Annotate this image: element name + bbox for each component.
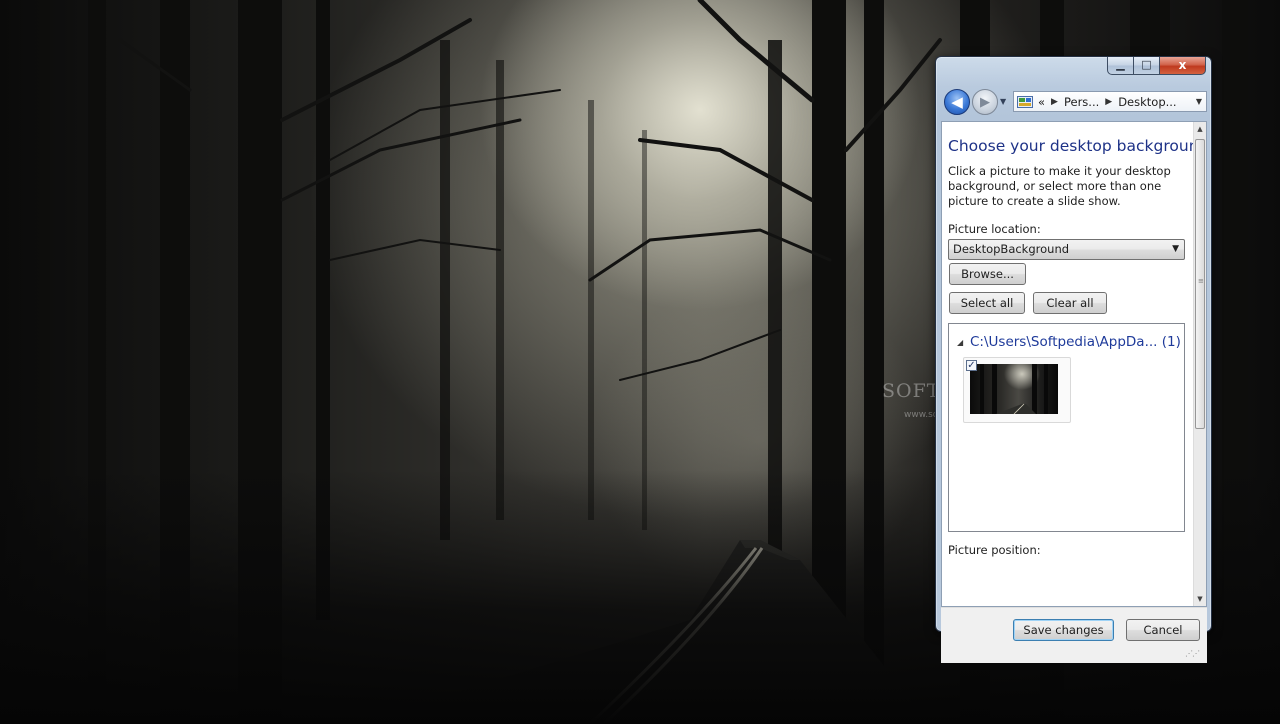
thumbnail-image xyxy=(970,364,1058,415)
breadcrumb-separator-icon: ▶ xyxy=(1105,96,1113,107)
select-all-button[interactable]: Select all xyxy=(949,292,1025,314)
scrollbar-thumb[interactable]: ≡ xyxy=(1195,139,1205,429)
breadcrumb-overflow[interactable]: « xyxy=(1038,95,1045,109)
browse-button[interactable]: Browse... xyxy=(949,263,1026,285)
scroll-up-arrow-icon[interactable]: ▲ xyxy=(1194,122,1206,136)
content-pane: Choose your desktop background Click a p… xyxy=(941,121,1207,607)
navigation-bar: ◀ ▶ ▼ « ▶ Pers... ▶ Desktop... ▼ xyxy=(942,88,1208,116)
breadcrumb-separator-icon: ▶ xyxy=(1051,96,1058,107)
recent-pages-chevron-down-icon[interactable]: ▼ xyxy=(1000,97,1006,106)
thumbnail-forest-graphic xyxy=(980,364,1048,415)
chevron-down-icon: ▼ xyxy=(1172,244,1179,254)
forward-arrow-icon: ▶ xyxy=(980,94,990,110)
breadcrumb-desktop-background[interactable]: Desktop... xyxy=(1118,95,1176,109)
breadcrumb-personalization[interactable]: Pers... xyxy=(1064,95,1099,109)
maximize-button[interactable]: □ xyxy=(1134,57,1160,75)
dialog-footer: Save changes Cancel ⋰⋰ xyxy=(941,607,1207,663)
page-description: Click a picture to make it your desktop … xyxy=(948,164,1171,208)
clear-all-button[interactable]: Clear all xyxy=(1033,292,1107,314)
close-button[interactable]: x xyxy=(1160,57,1206,75)
picture-group-header[interactable]: C:\Users\Softpedia\AppDa... (1) xyxy=(970,334,1181,350)
picture-thumbnail[interactable]: ✓ xyxy=(963,357,1071,423)
forward-button[interactable]: ▶ xyxy=(972,89,998,115)
cancel-button[interactable]: Cancel xyxy=(1126,619,1200,641)
minimize-button[interactable]: ▁ xyxy=(1107,57,1134,75)
picture-list[interactable]: ◢ C:\Users\Softpedia\AppDa... (1) ✓ xyxy=(948,323,1185,532)
back-button[interactable]: ◀ xyxy=(944,89,970,115)
caption-buttons: ▁ □ x xyxy=(1107,57,1206,76)
picture-location-label: Picture location: xyxy=(948,222,1041,236)
page-title: Choose your desktop background xyxy=(948,137,1207,155)
picture-location-value: DesktopBackground xyxy=(953,242,1070,256)
address-chevron-down-icon[interactable]: ▼ xyxy=(1196,97,1202,106)
back-arrow-icon: ◀ xyxy=(951,93,963,111)
save-changes-button[interactable]: Save changes xyxy=(1013,619,1114,641)
picture-location-select[interactable]: DesktopBackground ▼ xyxy=(948,239,1185,260)
thumbnail-checkbox[interactable]: ✓ xyxy=(966,360,977,371)
collapse-triangle-icon[interactable]: ◢ xyxy=(957,338,963,347)
scroll-grip-icon: ≡ xyxy=(1198,277,1204,285)
control-panel-icon xyxy=(1017,95,1033,109)
scroll-down-arrow-icon[interactable]: ▼ xyxy=(1194,592,1206,606)
desktop-background-window: ▁ □ x ◀ ▶ ▼ « ▶ Pers... ▶ Desktop... ▼ C… xyxy=(935,56,1212,663)
address-bar[interactable]: « ▶ Pers... ▶ Desktop... ▼ xyxy=(1013,91,1207,112)
vertical-scrollbar[interactable]: ▲ ≡ ▼ xyxy=(1193,122,1206,606)
picture-position-label: Picture position: xyxy=(948,543,1041,557)
resize-grip-icon[interactable]: ⋰⋰ xyxy=(1185,649,1200,658)
